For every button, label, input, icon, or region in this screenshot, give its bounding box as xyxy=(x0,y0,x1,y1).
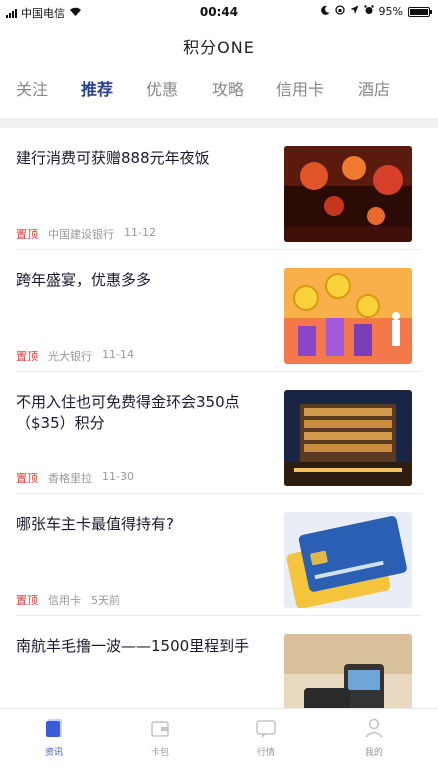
news-icon xyxy=(43,717,65,739)
article-meta: 置顶 光大银行 11-14 xyxy=(16,348,134,364)
article-title[interactable]: 南航羊毛撸一波——1500里程到手 xyxy=(16,636,271,657)
tab-credit-card[interactable]: 信用卡 xyxy=(276,76,324,100)
article-title[interactable]: 建行消费可获赠888元年夜饭 xyxy=(16,148,271,169)
nav-wallet[interactable]: 卡包 xyxy=(130,717,190,758)
user-icon xyxy=(363,717,385,739)
section-divider xyxy=(0,118,438,128)
article-source: 香格里拉 xyxy=(48,472,92,485)
article-thumbnail[interactable] xyxy=(284,512,412,608)
article-meta: 置顶 信用卡 5天前 xyxy=(16,592,120,608)
lock-rotation-icon xyxy=(334,5,345,18)
status-right: 95% xyxy=(320,5,432,18)
article-title[interactable]: 不用入住也可免费得金环会350点（$35）积分 xyxy=(16,392,271,434)
article-title[interactable]: 哪张车主卡最值得持有? xyxy=(16,514,271,535)
pinned-badge: 置顶 xyxy=(16,472,38,485)
feed-item[interactable]: 哪张车主卡最值得持有? 置顶 信用卡 5天前 xyxy=(0,494,438,616)
tab-recommend[interactable]: 推荐 xyxy=(81,76,113,100)
tab-hotel[interactable]: 酒店 xyxy=(358,76,390,100)
article-meta: 置顶 香格里拉 11-30 xyxy=(16,470,134,486)
app-title: 积分ONE xyxy=(183,38,255,57)
article-date: 5天前 xyxy=(91,594,120,607)
status-bar: 中国电信 00:44 95% xyxy=(0,0,438,24)
chat-icon xyxy=(255,717,277,739)
tab-follow[interactable]: 关注 xyxy=(16,76,48,100)
article-date: 11-12 xyxy=(124,226,156,239)
article-thumbnail[interactable] xyxy=(284,390,412,486)
nav-label: 我的 xyxy=(364,748,383,758)
category-tabs: 关注 推荐 优惠 攻略 信用卡 酒店 xyxy=(0,76,438,112)
alarm-icon xyxy=(363,5,374,18)
location-icon xyxy=(350,5,359,18)
battery-percent: 95% xyxy=(378,5,403,18)
feed-item[interactable]: 建行消费可获赠888元年夜饭 置顶 中国建设银行 11-12 xyxy=(0,128,438,250)
battery-icon xyxy=(408,6,432,17)
nav-profile[interactable]: 我的 xyxy=(344,717,404,758)
nav-label: 行情 xyxy=(256,748,275,758)
article-source: 中国建设银行 xyxy=(48,228,114,241)
article-meta: 置顶 中国建设银行 11-12 xyxy=(16,226,156,242)
article-thumbnail[interactable] xyxy=(284,268,412,364)
moon-icon xyxy=(320,5,330,18)
feed-item[interactable]: 跨年盛宴，优惠多多 置顶 光大银行 11-14 xyxy=(0,250,438,372)
pinned-badge: 置顶 xyxy=(16,594,38,607)
nav-news[interactable]: 资讯 xyxy=(24,717,84,758)
article-title[interactable]: 跨年盛宴，优惠多多 xyxy=(16,270,271,291)
tab-deals[interactable]: 优惠 xyxy=(146,76,178,100)
nav-label: 卡包 xyxy=(150,748,169,758)
article-thumbnail[interactable] xyxy=(284,634,412,708)
feed-item[interactable]: 不用入住也可免费得金环会350点（$35）积分 置顶 香格里拉 11-30 xyxy=(0,372,438,494)
article-feed: 建行消费可获赠888元年夜饭 置顶 中国建设银行 11-12 跨年盛宴，优惠多多… xyxy=(0,128,438,708)
article-date: 11-30 xyxy=(102,470,134,483)
tab-guides[interactable]: 攻略 xyxy=(212,76,244,100)
article-thumbnail[interactable] xyxy=(284,146,412,242)
wallet-icon xyxy=(149,717,171,739)
pinned-badge: 置顶 xyxy=(16,350,38,363)
article-source: 信用卡 xyxy=(48,594,81,607)
article-date: 11-14 xyxy=(102,348,134,361)
bottom-nav: 资讯 卡包 行情 我的 xyxy=(0,708,438,770)
article-source: 光大银行 xyxy=(48,350,92,363)
nav-label: 资讯 xyxy=(44,748,63,758)
feed-item[interactable]: 南航羊毛撸一波——1500里程到手 xyxy=(0,616,438,708)
pinned-badge: 置顶 xyxy=(16,228,38,241)
nav-market[interactable]: 行情 xyxy=(236,717,296,758)
